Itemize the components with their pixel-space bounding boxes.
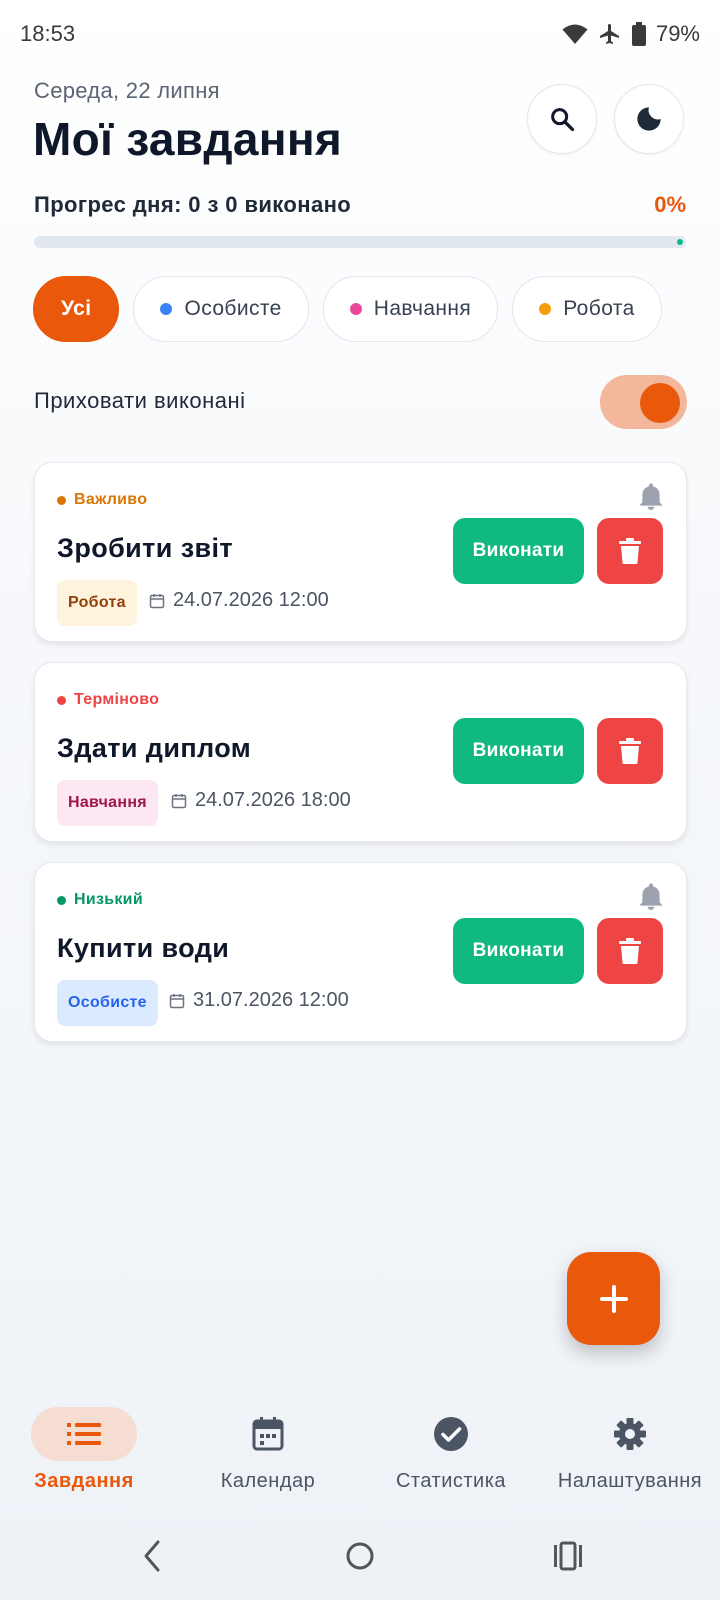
page-title: Мої завдання — [33, 113, 343, 165]
priority-text: Терміново — [74, 691, 160, 708]
status-time: 18:53 — [20, 21, 76, 46]
nav-icon-pill — [577, 1407, 683, 1461]
nav-label: Завдання — [34, 1470, 134, 1492]
priority-label: Важливо — [57, 491, 147, 509]
filter-chip-label: Усі — [61, 297, 92, 320]
hide-completed-label: Приховати виконані — [34, 388, 246, 413]
moon-icon — [637, 107, 661, 131]
due-date-text: 24.07.2026 18:00 — [195, 789, 351, 811]
hide-completed-toggle[interactable] — [600, 375, 687, 429]
status-bar: 18:53 79% — [0, 0, 720, 68]
nav-label: Налаштування — [557, 1470, 703, 1492]
nav-label: Статистика — [395, 1470, 507, 1492]
priority-dot — [57, 695, 66, 705]
due-date: 24.07.2026 12:00 — [149, 589, 329, 612]
date-label: Середа, 22 липня — [34, 78, 220, 103]
theme-toggle-button[interactable] — [614, 84, 684, 154]
add-task-button[interactable] — [567, 1252, 660, 1345]
task-title: Здати диплом — [57, 733, 252, 763]
gear-icon — [614, 1418, 646, 1450]
nav-label: Календар — [220, 1470, 316, 1492]
airplane-icon — [599, 24, 619, 44]
priority-dot — [57, 495, 66, 505]
bottom-navigation: Завдання Календар Статистика Налаштуванн… — [0, 1395, 720, 1505]
task-card[interactable]: Важливо Зробити звіт Робота 24.07.2026 1… — [34, 462, 687, 642]
progress-percent: 0% — [654, 192, 686, 217]
complete-task-button[interactable]: Виконати — [453, 918, 584, 984]
recents-icon[interactable] — [553, 1538, 583, 1574]
due-date-text: 31.07.2026 12:00 — [193, 989, 349, 1011]
delete-task-button[interactable] — [597, 718, 663, 784]
trash-icon — [619, 938, 641, 964]
category-dot — [160, 303, 173, 315]
nav-item-tasks[interactable]: Завдання — [0, 1395, 174, 1505]
nav-item-calendar[interactable]: Календар — [178, 1395, 358, 1505]
status-icons: 79% — [562, 21, 700, 47]
trash-icon — [619, 738, 641, 764]
progress-bar — [34, 236, 686, 248]
home-icon[interactable] — [345, 1538, 375, 1574]
priority-label: Низький — [57, 891, 143, 909]
task-card[interactable]: Терміново Здати диплом Навчання 24.07.20… — [34, 662, 687, 842]
battery-icon — [631, 22, 646, 46]
priority-text: Важливо — [74, 491, 148, 508]
progress-label: Прогрес дня: 0 з 0 виконано — [34, 192, 352, 217]
nav-icon-pill — [215, 1407, 321, 1461]
priority-label: Терміново — [57, 691, 159, 709]
nav-item-statistics[interactable]: Статистика — [361, 1395, 541, 1505]
due-date: 31.07.2026 12:00 — [169, 989, 349, 1012]
category-badge: Особисте — [57, 980, 158, 1026]
complete-task-button[interactable]: Виконати — [453, 518, 584, 584]
filter-chip-study[interactable]: Навчання — [322, 276, 499, 342]
filter-chips: Усі Особисте Навчання Робота — [33, 276, 662, 342]
plus-icon — [599, 1284, 628, 1313]
calendar-small-icon — [171, 793, 187, 808]
category-dot — [349, 303, 362, 315]
category-badge: Робота — [57, 580, 137, 626]
search-icon — [551, 108, 575, 132]
toggle-knob — [640, 383, 680, 423]
priority-text: Низький — [74, 891, 143, 908]
filter-chip-label: Особисте — [184, 297, 282, 320]
wifi-icon — [562, 24, 588, 44]
task-card[interactable]: Низький Купити води Особисте 31.07.2026 … — [34, 862, 687, 1042]
back-icon[interactable] — [140, 1538, 164, 1574]
category-dot — [539, 303, 552, 315]
delete-task-button[interactable] — [597, 918, 663, 984]
battery-level: 79% — [655, 21, 700, 46]
task-title: Зробити звіт — [57, 533, 234, 563]
filter-chip-personal[interactable]: Особисте — [133, 276, 309, 342]
calendar-icon — [252, 1417, 284, 1451]
complete-task-button[interactable]: Виконати — [453, 718, 584, 784]
calendar-small-icon — [149, 593, 165, 608]
search-button[interactable] — [527, 84, 597, 154]
nav-item-settings[interactable]: Налаштування — [540, 1395, 720, 1505]
filter-chip-label: Навчання — [373, 297, 472, 320]
delete-task-button[interactable] — [597, 518, 663, 584]
bell-icon[interactable] — [638, 883, 664, 911]
category-badge: Навчання — [57, 780, 158, 826]
filter-chip-all[interactable]: Усі — [33, 276, 120, 342]
calendar-small-icon — [169, 993, 185, 1008]
priority-dot — [57, 895, 66, 905]
due-date-text: 24.07.2026 12:00 — [173, 589, 329, 611]
check-circle-icon — [434, 1417, 468, 1451]
list-icon — [67, 1423, 101, 1445]
filter-chip-label: Робота — [563, 297, 635, 320]
due-date: 24.07.2026 18:00 — [171, 789, 351, 812]
bell-icon[interactable] — [638, 483, 664, 511]
nav-icon-pill — [398, 1407, 504, 1461]
nav-icon-pill — [31, 1407, 137, 1461]
task-title: Купити води — [57, 933, 230, 963]
trash-icon — [619, 538, 641, 564]
progress-end-dot — [677, 239, 683, 245]
filter-chip-work[interactable]: Робота — [512, 276, 662, 342]
system-navigation — [0, 1520, 720, 1600]
